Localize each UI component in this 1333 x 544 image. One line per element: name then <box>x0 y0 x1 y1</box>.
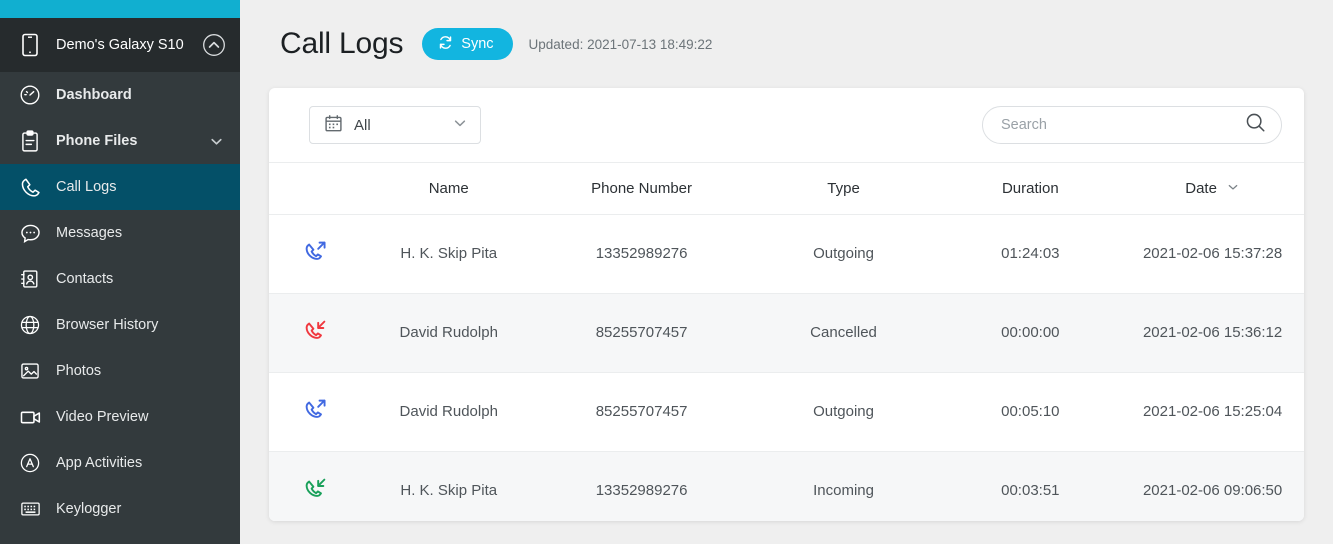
phone-number: 85255707457 <box>595 403 688 420</box>
sidebar-nav: Dashboard Phone Files Call Logs Messages… <box>0 72 240 532</box>
contact-name: David Rudolph <box>399 324 498 341</box>
contact-name: H. K. Skip Pita <box>400 482 498 500</box>
call-type-cell <box>269 373 362 452</box>
date-filter-value: All <box>354 116 371 134</box>
page-title: Call Logs <box>280 27 404 60</box>
sidebar-item-app-activities[interactable]: App Activities <box>0 440 240 486</box>
call-duration: 00:00:00 <box>1001 324 1060 341</box>
sidebar-item-photos[interactable]: Photos <box>0 348 240 394</box>
sidebar: Demo's Galaxy S10 Dashboard Phone Files … <box>0 0 240 544</box>
video-camera-icon <box>18 406 42 429</box>
sidebar-item-label: Messages <box>56 225 123 241</box>
calendar-icon <box>324 114 343 137</box>
chevron-down-icon <box>452 115 468 135</box>
column-header-phone-number: Phone Number <box>591 180 693 197</box>
contact-name: David Rudolph <box>399 403 498 420</box>
table-row[interactable]: David Rudolph 85255707457 Outgoing 00:05… <box>269 372 1304 452</box>
device-name: Demo's Galaxy S10 <box>56 37 184 53</box>
call-date: 2021-02-06 09:06:50 <box>1142 482 1283 500</box>
column-header-duration: Duration <box>1001 180 1059 197</box>
table-row[interactable]: H. K. Skip Pita 13352989276 Incoming 00:… <box>269 451 1304 522</box>
sync-button[interactable]: Sync <box>422 28 513 60</box>
table-row[interactable]: David Rudolph 85255707457 Cancelled 00:0… <box>269 293 1304 373</box>
call-type: Outgoing <box>813 403 874 420</box>
call-outgoing-icon <box>302 396 329 423</box>
updated-timestamp: Updated: 2021-07-13 18:49:22 <box>528 36 713 52</box>
sidebar-item-label: Contacts <box>56 271 114 287</box>
sidebar-item-label: Video Preview <box>56 409 149 425</box>
call-type: Outgoing <box>813 245 874 262</box>
column-header-icon <box>269 163 362 215</box>
phone-number: 13352989276 <box>595 245 688 262</box>
call-type-cell <box>269 294 362 373</box>
sidebar-item-label: Photos <box>56 363 102 379</box>
call-duration: 00:03:51 <box>1001 482 1060 500</box>
page-header: Call Logs Sync Updated: 2021-07-13 18:49… <box>269 0 1304 88</box>
sync-button-label: Sync <box>461 36 494 52</box>
sidebar-item-messages[interactable]: Messages <box>0 210 240 256</box>
app-root: Demo's Galaxy S10 Dashboard Phone Files … <box>0 0 1333 544</box>
phone-icon <box>18 33 42 57</box>
clipboard-icon <box>18 129 42 153</box>
sidebar-item-label: App Activities <box>56 455 143 471</box>
table-header-row: Name Phone Number Type Duration Date <box>269 162 1304 215</box>
globe-icon <box>18 314 42 336</box>
search-box[interactable] <box>982 106 1282 144</box>
column-header-name: Name <box>428 180 469 197</box>
call-missed-icon <box>302 317 329 344</box>
call-type-cell <box>269 215 362 294</box>
phone-call-icon <box>18 176 42 199</box>
main-content: Call Logs Sync Updated: 2021-07-13 18:49… <box>240 0 1333 544</box>
sidebar-item-label: Call Logs <box>56 179 117 195</box>
call-outgoing-icon <box>302 238 329 265</box>
sidebar-item-label: Keylogger <box>56 501 122 517</box>
call-date: 2021-02-06 15:25:04 <box>1142 403 1283 420</box>
table-body: H. K. Skip Pita 13352989276 Outgoing 01:… <box>269 214 1304 522</box>
app-activities-icon <box>18 452 42 474</box>
chevron-down-icon[interactable] <box>208 134 224 149</box>
dashboard-icon <box>18 84 42 106</box>
call-logs-card: All Search Name Phone Number Type Durati… <box>269 88 1304 521</box>
sidebar-item-label: Dashboard <box>56 87 132 103</box>
call-incoming-icon <box>302 475 329 502</box>
card-toolbar: All <box>269 88 1304 162</box>
device-header[interactable]: Demo's Galaxy S10 <box>0 18 240 72</box>
sidebar-item-label: Phone Files <box>56 133 138 149</box>
column-header-date[interactable]: Date <box>1121 163 1304 215</box>
call-type: Incoming <box>813 482 874 500</box>
sidebar-item-call-logs[interactable]: Call Logs <box>0 164 240 210</box>
column-header-date-label: Date <box>1185 180 1217 197</box>
keyboard-icon <box>18 498 42 520</box>
sidebar-item-dashboard[interactable]: Dashboard <box>0 72 240 118</box>
call-logs-table: Name Phone Number Type Duration Date H. … <box>269 162 1304 521</box>
sidebar-item-browser-history[interactable]: Browser History <box>0 302 240 348</box>
call-date: 2021-02-06 15:36:12 <box>1142 324 1283 341</box>
call-duration: 01:24:03 <box>1001 245 1060 262</box>
call-type-cell <box>269 452 362 522</box>
search-input[interactable] <box>1001 117 1244 133</box>
search-icon[interactable] <box>1244 111 1267 139</box>
phone-number: 85255707457 <box>595 324 688 341</box>
date-filter-select[interactable]: All <box>309 106 481 144</box>
sidebar-item-keylogger[interactable]: Keylogger <box>0 486 240 532</box>
contact-name: H. K. Skip Pita <box>400 245 498 262</box>
top-accent-bar <box>0 0 240 18</box>
refresh-icon <box>437 34 454 55</box>
table-row[interactable]: H. K. Skip Pita 13352989276 Outgoing 01:… <box>269 214 1304 294</box>
sidebar-item-phone-files[interactable]: Phone Files <box>0 118 240 164</box>
column-header-type: Type <box>827 180 860 197</box>
sidebar-item-label: Browser History <box>56 317 159 333</box>
call-type: Cancelled <box>810 324 877 341</box>
sidebar-item-video-preview[interactable]: Video Preview <box>0 394 240 440</box>
sort-chevron-down-icon[interactable] <box>1226 180 1240 198</box>
sidebar-item-contacts[interactable]: Contacts <box>0 256 240 302</box>
call-duration: 00:05:10 <box>1001 403 1060 420</box>
chevron-up-circle-icon[interactable] <box>202 33 226 57</box>
contacts-icon <box>18 268 42 290</box>
photo-icon <box>18 360 42 382</box>
message-bubble-icon <box>18 222 42 245</box>
phone-number: 13352989276 <box>595 482 688 500</box>
table-header: Name Phone Number Type Duration Date <box>269 162 1304 215</box>
call-date: 2021-02-06 15:37:28 <box>1142 245 1283 262</box>
